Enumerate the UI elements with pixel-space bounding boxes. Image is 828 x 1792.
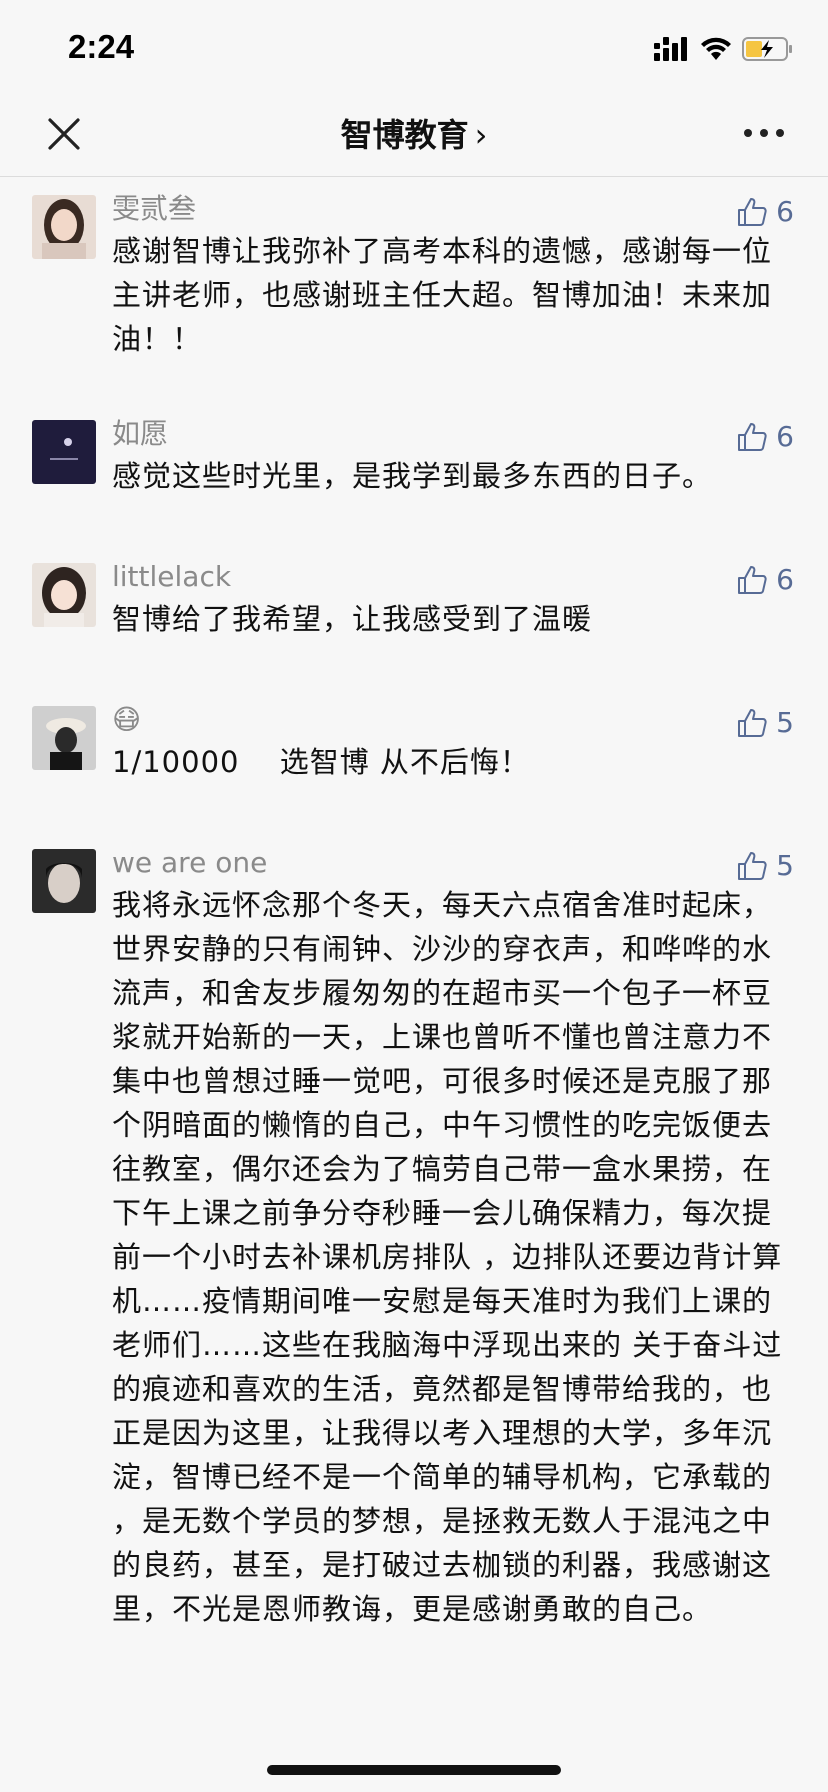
avatar[interactable] bbox=[32, 420, 96, 484]
commenter-name[interactable]: littlelack bbox=[112, 545, 792, 595]
comment-text: 我将永远怀念那个冬天，每天六点宿舍准时起床，世界安静的只有闹钟、沙沙的穿衣声，和… bbox=[112, 888, 783, 1626]
like-count: 5 bbox=[776, 849, 794, 882]
home-indicator[interactable] bbox=[267, 1765, 561, 1775]
girl-dark-portrait-avatar-icon bbox=[32, 849, 96, 913]
chevron-right-icon: › bbox=[474, 116, 488, 154]
girl-portrait-avatar-icon bbox=[32, 195, 96, 259]
like-button[interactable]: 6 bbox=[736, 563, 794, 596]
comment-item: littlelack 智博给了我希望，让我感受到了温暖 6 bbox=[0, 545, 828, 688]
avatar[interactable] bbox=[32, 563, 96, 627]
comment-item: we are one 我将永远怀念那个冬天，每天六点宿舍准时起床，世界安静的只有… bbox=[0, 831, 828, 1631]
thumbs-up-icon bbox=[738, 422, 767, 451]
navigation-bar: 智博教育 › bbox=[0, 96, 828, 177]
comment-item: 如愿 感觉这些时光里，是我学到最多东西的日子。 6 bbox=[0, 402, 828, 545]
commenter-name[interactable]: 如愿 bbox=[112, 402, 792, 452]
comment-text: 感觉这些时光里，是我学到最多东西的日子。 bbox=[112, 459, 713, 493]
like-count: 6 bbox=[776, 195, 794, 228]
girl-selfie-avatar-icon bbox=[32, 563, 96, 627]
avatar[interactable] bbox=[32, 706, 96, 770]
thumbs-up-icon bbox=[738, 565, 767, 594]
status-time: 2:24 bbox=[68, 28, 135, 65]
battery-charging-icon bbox=[742, 37, 792, 61]
like-count: 6 bbox=[776, 563, 794, 596]
page-title[interactable]: 智博教育 › bbox=[0, 110, 828, 156]
commenter-name[interactable]: 雯贰叁 bbox=[112, 177, 792, 227]
comment-text: 1/10000 选智博 从不后悔！ bbox=[112, 745, 530, 779]
comment-list: 雯贰叁 感谢智博让我弥补了高考本科的遗憾，感谢每一位主讲老师，也感谢班主任大超。… bbox=[0, 177, 828, 1631]
wifi-icon bbox=[701, 37, 731, 60]
like-button[interactable]: 6 bbox=[736, 420, 794, 453]
avatar[interactable] bbox=[32, 195, 96, 259]
like-count: 6 bbox=[776, 420, 794, 453]
like-button[interactable]: 6 bbox=[736, 195, 794, 228]
commenter-name[interactable]: 😷 bbox=[112, 688, 792, 738]
like-count: 5 bbox=[776, 706, 794, 739]
night-sky-avatar-icon bbox=[32, 420, 96, 484]
like-button[interactable]: 5 bbox=[736, 706, 794, 739]
comment-item: 雯贰叁 感谢智博让我弥补了高考本科的遗憾，感谢每一位主讲老师，也感谢班主任大超。… bbox=[0, 177, 828, 402]
thumbs-up-icon bbox=[738, 708, 767, 737]
status-bar: 2:24 bbox=[0, 0, 828, 96]
like-button[interactable]: 5 bbox=[736, 849, 794, 882]
more-options-icon[interactable] bbox=[744, 126, 784, 140]
cellular-signal-icon bbox=[654, 37, 687, 61]
comment-item: 😷 1/10000 选智博 从不后悔！ 5 bbox=[0, 688, 828, 831]
status-icons bbox=[654, 34, 794, 64]
avatar[interactable] bbox=[32, 849, 96, 913]
comment-text: 智博给了我希望，让我感受到了温暖 bbox=[112, 602, 593, 636]
page-title-text: 智博教育 bbox=[340, 116, 469, 154]
hat-photo-avatar-icon bbox=[32, 706, 96, 770]
thumbs-up-icon bbox=[738, 197, 767, 226]
comment-text: 感谢智博让我弥补了高考本科的遗憾，感谢每一位主讲老师，也感谢班主任大超。智博加油… bbox=[112, 234, 773, 356]
thumbs-up-icon bbox=[738, 851, 767, 880]
commenter-name[interactable]: we are one bbox=[112, 831, 792, 881]
